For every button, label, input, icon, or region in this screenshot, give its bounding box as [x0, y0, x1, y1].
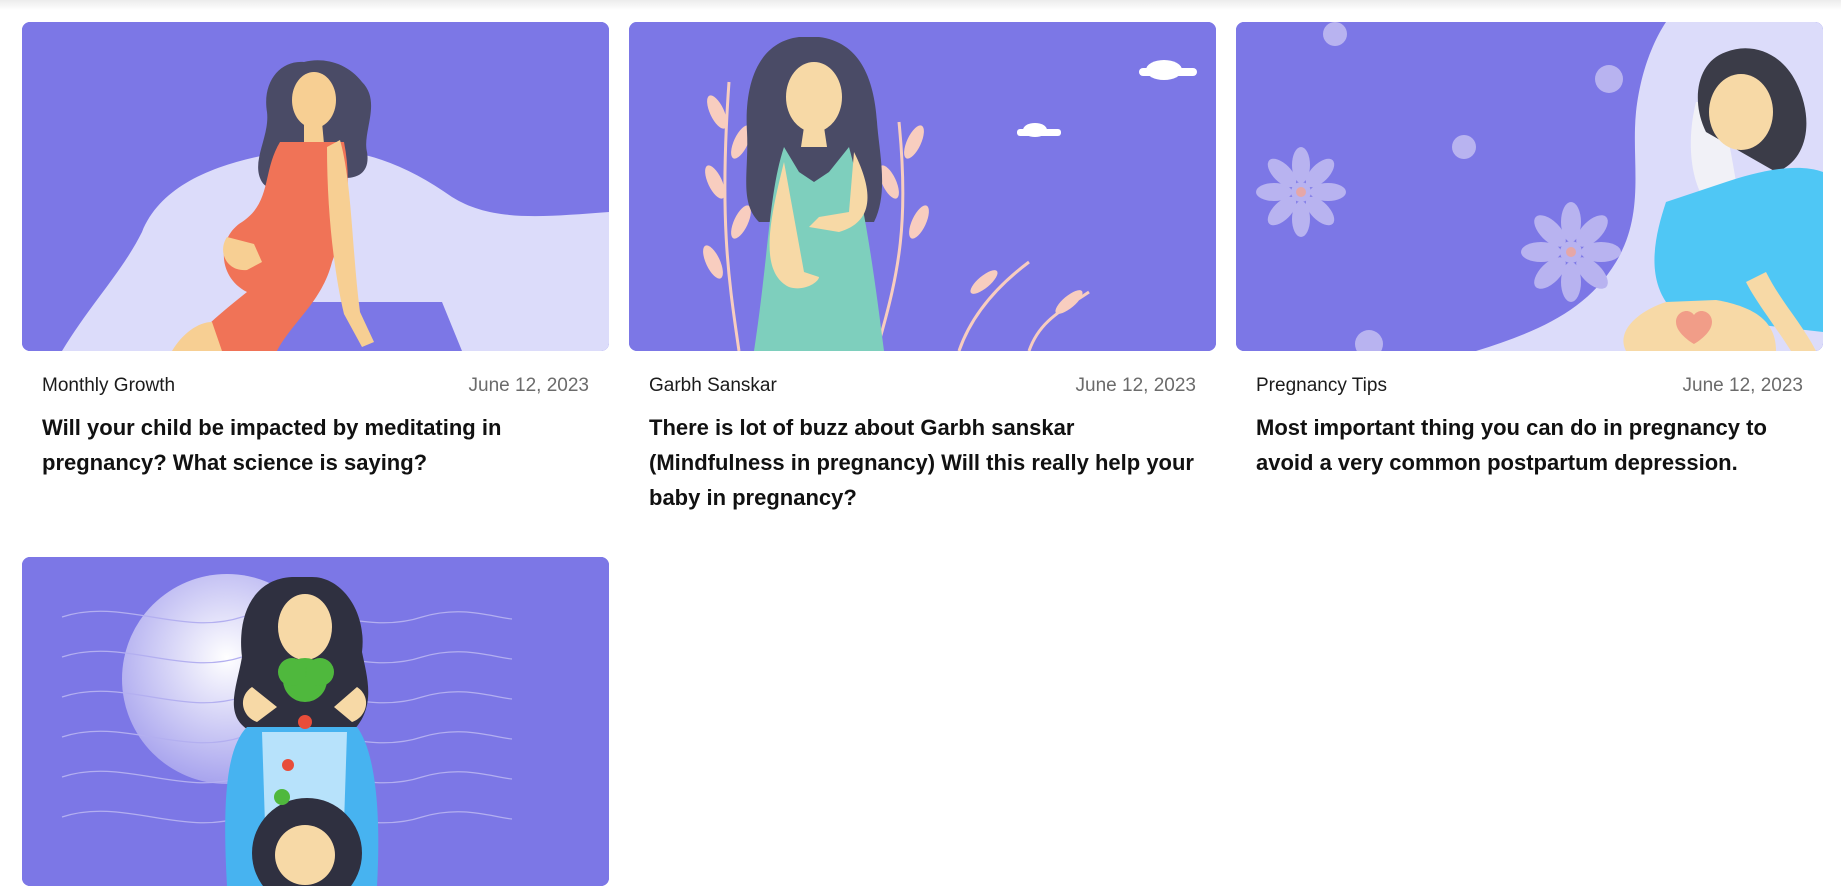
pregnant-woman-resting-illustration [1236, 22, 1823, 351]
blog-card[interactable]: Garbh Sanskar June 12, 2023 There is lot… [629, 22, 1216, 515]
post-date: June 12, 2023 [1682, 375, 1803, 396]
post-category[interactable]: Garbh Sanskar [649, 375, 777, 397]
post-date: June 12, 2023 [1075, 375, 1196, 396]
blog-card[interactable]: Monthly Growth June 12, 2023 Will your c… [22, 22, 609, 480]
post-thumbnail[interactable] [22, 22, 609, 351]
post-title[interactable]: Most important thing you can do in pregn… [1236, 410, 1823, 480]
post-category[interactable]: Monthly Growth [42, 375, 175, 397]
top-shadow [0, 0, 1841, 10]
post-thumbnail[interactable] [1236, 22, 1823, 351]
pregnant-woman-red-dress-illustration [22, 22, 609, 351]
blog-card[interactable] [22, 557, 609, 886]
post-date: June 12, 2023 [468, 375, 589, 396]
pregnant-woman-green-dress-illustration [629, 22, 1216, 351]
post-title[interactable]: There is lot of buzz about Garbh sanskar… [629, 410, 1216, 515]
blog-card[interactable]: Pregnancy Tips June 12, 2023 Most import… [1236, 22, 1823, 480]
post-thumbnail[interactable] [22, 557, 609, 886]
post-thumbnail[interactable] [629, 22, 1216, 351]
post-title[interactable]: Will your child be impacted by meditatin… [22, 410, 609, 480]
post-category[interactable]: Pregnancy Tips [1256, 375, 1387, 397]
woman-with-fruit-and-baby-illustration [22, 557, 609, 886]
